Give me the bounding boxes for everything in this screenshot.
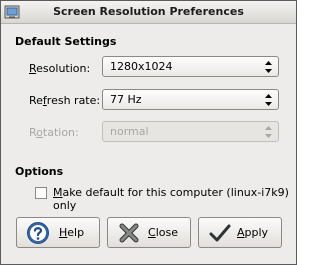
rotation-combo: normal (102, 121, 279, 142)
window-title: Screen Resolution Preferences (53, 5, 244, 18)
rotation-value: normal (110, 125, 149, 138)
close-icon (119, 223, 139, 243)
make-default-label[interactable]: Make default for this computer (linux-i7… (53, 186, 296, 212)
combo-arrows-icon (265, 94, 272, 106)
refresh-rate-value: 77 Hz (110, 93, 142, 106)
help-button[interactable]: Help (16, 217, 100, 248)
resolution-value: 1280x1024 (110, 60, 173, 73)
default-settings-heading: Default Settings (15, 35, 117, 48)
resolution-label: Resolution: (29, 62, 91, 75)
dialog-window: Screen Resolution Preferences Default Se… (0, 0, 297, 265)
combo-arrows-icon (265, 61, 272, 73)
apply-label: Apply (237, 226, 269, 239)
options-heading: Options (15, 165, 64, 178)
refresh-rate-combo[interactable]: 77 Hz (102, 89, 279, 110)
close-button[interactable]: Close (107, 217, 191, 248)
help-icon (27, 222, 49, 244)
refresh-rate-label: Refresh rate: (29, 94, 101, 107)
combo-arrows-icon (265, 126, 272, 138)
close-label: Close (148, 226, 178, 239)
checkmark-icon (209, 224, 231, 242)
help-label: Help (59, 226, 85, 239)
title-bar[interactable]: Screen Resolution Preferences (1, 1, 296, 24)
rotation-label: Rotation: (29, 126, 79, 139)
make-default-checkbox[interactable] (35, 187, 47, 199)
resolution-combo[interactable]: 1280x1024 (102, 56, 279, 77)
apply-button[interactable]: Apply (198, 217, 282, 248)
